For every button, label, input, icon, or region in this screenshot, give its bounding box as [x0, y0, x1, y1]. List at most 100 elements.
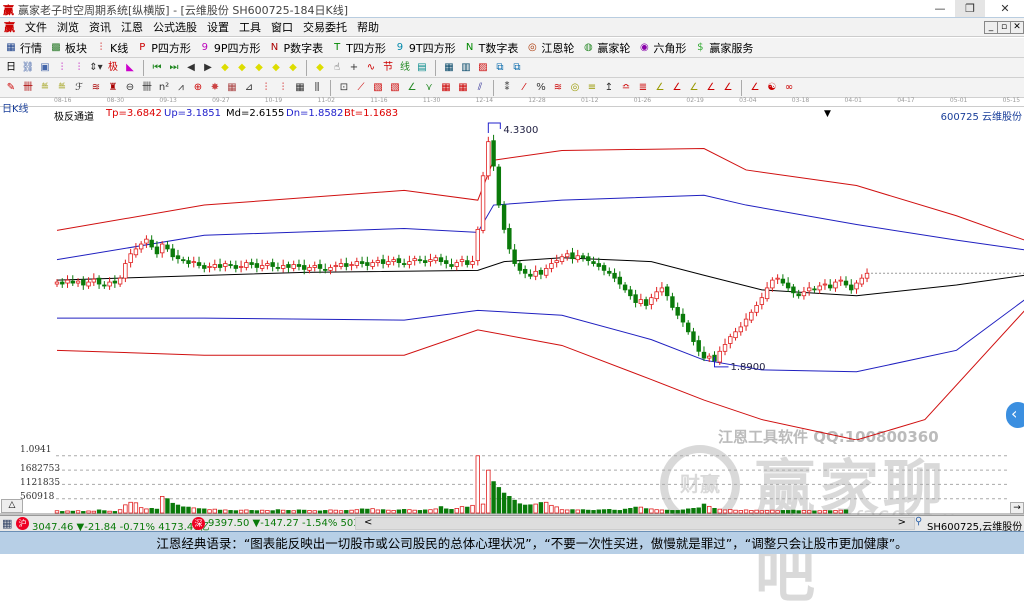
toolbar-tool-icon[interactable]: ⊡ — [337, 81, 351, 95]
toolbar-tool-icon[interactable]: ≝ — [55, 81, 69, 95]
menu-formula[interactable]: 公式选股 — [153, 19, 197, 35]
close-button[interactable]: ✕ — [990, 0, 1020, 17]
toolbar-tool-icon[interactable]: ⊕ — [191, 81, 205, 95]
toolbar-tool-icon[interactable]: ⇕▾ — [89, 61, 103, 75]
toolbar-tool-icon[interactable]: ⫽ — [473, 81, 487, 95]
volume-chart[interactable] — [0, 440, 1024, 515]
toolbar-tool-icon[interactable]: ⫶ — [72, 61, 86, 75]
toolbar-tool-icon[interactable]: n² — [157, 81, 171, 95]
toolbar-tool-icon[interactable]: 线 — [398, 61, 412, 75]
mdi-restore-button[interactable]: ▫ — [997, 21, 1011, 34]
toolbar-tool-icon[interactable]: ◆ — [235, 61, 249, 75]
toolbar-tool-icon[interactable]: ∠ — [687, 81, 701, 95]
toolbar-tool-icon[interactable]: ∠ — [721, 81, 735, 95]
price-chart[interactable]: 4.3300 1.8900 — [0, 121, 1024, 440]
toolbar-button[interactable]: P P四方形 — [135, 40, 191, 56]
toolbar-tool-icon[interactable]: ▧ — [388, 81, 402, 95]
toolbar-button[interactable]: $ 赢家服务 — [693, 40, 753, 56]
toolbar-tool-icon[interactable]: ≝ — [38, 81, 52, 95]
toolbar-tool-icon[interactable]: ⫼ — [310, 81, 324, 95]
calculator-icon[interactable]: ▦ — [2, 517, 12, 530]
toolbar-button[interactable]: N T数字表 — [463, 40, 518, 56]
toolbar-tool-icon[interactable]: ⧉ — [493, 61, 507, 75]
toolbar-tool-icon[interactable]: ◆ — [269, 61, 283, 75]
menu-gann[interactable]: 江恩 — [121, 19, 143, 35]
toolbar-tool-icon[interactable]: ▦ — [225, 81, 239, 95]
toolbar-tool-icon[interactable]: ▦ — [442, 61, 456, 75]
toolbar-tool-icon[interactable]: 卌 — [21, 81, 35, 95]
toolbar-tool-icon[interactable]: ⫶ — [55, 61, 69, 75]
menu-news[interactable]: 资讯 — [89, 19, 111, 35]
toolbar-tool-icon[interactable]: ✎ — [4, 81, 18, 95]
toolbar-tool-icon[interactable]: ▣ — [38, 61, 52, 75]
menu-file[interactable]: 文件 — [25, 19, 47, 35]
scroll-right-button[interactable]: > — [898, 517, 906, 528]
toolbar-tool-icon[interactable]: ⏮ — [150, 61, 164, 75]
scroll-left-button[interactable]: < — [364, 517, 372, 528]
menu-trade[interactable]: 交易委托 — [303, 19, 347, 35]
toolbar-tool-icon[interactable]: ▧ — [371, 81, 385, 95]
toolbar-tool-icon[interactable]: ◆ — [218, 61, 232, 75]
toolbar-tool-icon[interactable]: ◀ — [184, 61, 198, 75]
toolbar-tool-icon[interactable]: ∠ — [748, 81, 762, 95]
menu-settings[interactable]: 设置 — [207, 19, 229, 35]
toolbar-tool-icon[interactable]: ⟋ — [354, 81, 368, 95]
toolbar-tool-icon[interactable]: ⏭ — [167, 61, 181, 75]
toolbar-button[interactable]: 9 9T四方形 — [393, 40, 456, 56]
menu-browse[interactable]: 浏览 — [57, 19, 79, 35]
toolbar-tool-icon[interactable]: ▶ — [201, 61, 215, 75]
toolbar-tool-icon[interactable]: ∠ — [670, 81, 684, 95]
toolbar-tool-icon[interactable]: ▨ — [476, 61, 490, 75]
toolbar-tool-icon[interactable]: ⧉ — [510, 61, 524, 75]
toolbar-tool-icon[interactable]: ☯ — [765, 81, 779, 95]
toolbar-tool-icon[interactable]: ⋎ — [422, 81, 436, 95]
mdi-close-button[interactable]: ✕ — [1010, 21, 1024, 34]
toolbar-tool-icon[interactable]: ◆ — [286, 61, 300, 75]
toolbar-tool-icon[interactable]: ◆ — [313, 61, 327, 75]
toolbar-tool-icon[interactable]: ⫶ — [276, 81, 290, 95]
toolbar-button[interactable]: N P数字表 — [268, 40, 323, 56]
toolbar-tool-icon[interactable]: ⛓ — [21, 61, 35, 75]
toolbar-tool-icon[interactable]: ✸ — [208, 81, 222, 95]
toolbar-tool-icon[interactable]: ▤ — [415, 61, 429, 75]
toolbar-tool-icon[interactable]: ⊖ — [123, 81, 137, 95]
menu-tools[interactable]: 工具 — [239, 19, 261, 35]
toolbar-tool-icon[interactable]: ▥ — [459, 61, 473, 75]
toolbar-button[interactable]: ⫶ K线 — [94, 40, 128, 56]
toolbar-button[interactable]: ▦ 行情 — [4, 40, 42, 56]
toolbar-button[interactable]: ◎ 江恩轮 — [525, 40, 574, 56]
horizontal-scrollbar[interactable]: < > — [355, 517, 915, 530]
toolbar-button[interactable]: 9 9P四方形 — [198, 40, 261, 56]
toolbar-tool-icon[interactable]: ⁄ — [517, 81, 531, 95]
toolbar-tool-icon[interactable]: ▦ — [293, 81, 307, 95]
toolbar-tool-icon[interactable]: ≋ — [89, 81, 103, 95]
toolbar-button[interactable]: T T四方形 — [330, 40, 386, 56]
toolbar-button[interactable]: ▩ 板块 — [49, 40, 87, 56]
minimize-button[interactable]: — — [925, 0, 955, 17]
toolbar-tool-icon[interactable]: ∞ — [782, 81, 796, 95]
toolbar-tool-icon[interactable]: ≋ — [551, 81, 565, 95]
menu-window[interactable]: 窗口 — [271, 19, 293, 35]
toolbar-tool-icon[interactable]: ☝ — [330, 61, 344, 75]
toolbar-tool-icon[interactable]: ≣ — [636, 81, 650, 95]
toolbar-tool-icon[interactable]: % — [534, 81, 548, 95]
toolbar-tool-icon[interactable]: ⁑ — [500, 81, 514, 95]
toolbar-tool-icon[interactable]: ▦ — [439, 81, 453, 95]
toolbar-tool-icon[interactable]: ∠ — [405, 81, 419, 95]
menu-help[interactable]: 帮助 — [357, 19, 379, 35]
toolbar-tool-icon[interactable]: ▦ — [456, 81, 470, 95]
toolbar-button[interactable]: ◍ 赢家轮 — [581, 40, 630, 56]
toolbar-tool-icon[interactable]: ⫶ — [259, 81, 273, 95]
mdi-minimize-button[interactable]: _ — [984, 21, 998, 34]
maximize-button[interactable]: ❐ — [955, 0, 985, 17]
toolbar-tool-icon[interactable]: ⊿ — [242, 81, 256, 95]
toolbar-tool-icon[interactable]: 极 — [106, 61, 120, 75]
side-panel-button[interactable]: ‹ — [1006, 402, 1024, 428]
toolbar-tool-icon[interactable]: 日▾ — [4, 61, 18, 87]
volume-toggle-button[interactable]: △ — [1, 499, 23, 513]
toolbar-tool-icon[interactable]: 节 — [381, 61, 395, 75]
toolbar-tool-icon[interactable]: ◣ — [123, 61, 137, 75]
scroll-end-button[interactable]: → — [1010, 502, 1024, 514]
toolbar-tool-icon[interactable]: ∿ — [364, 61, 378, 75]
toolbar-tool-icon[interactable]: + — [347, 61, 361, 75]
